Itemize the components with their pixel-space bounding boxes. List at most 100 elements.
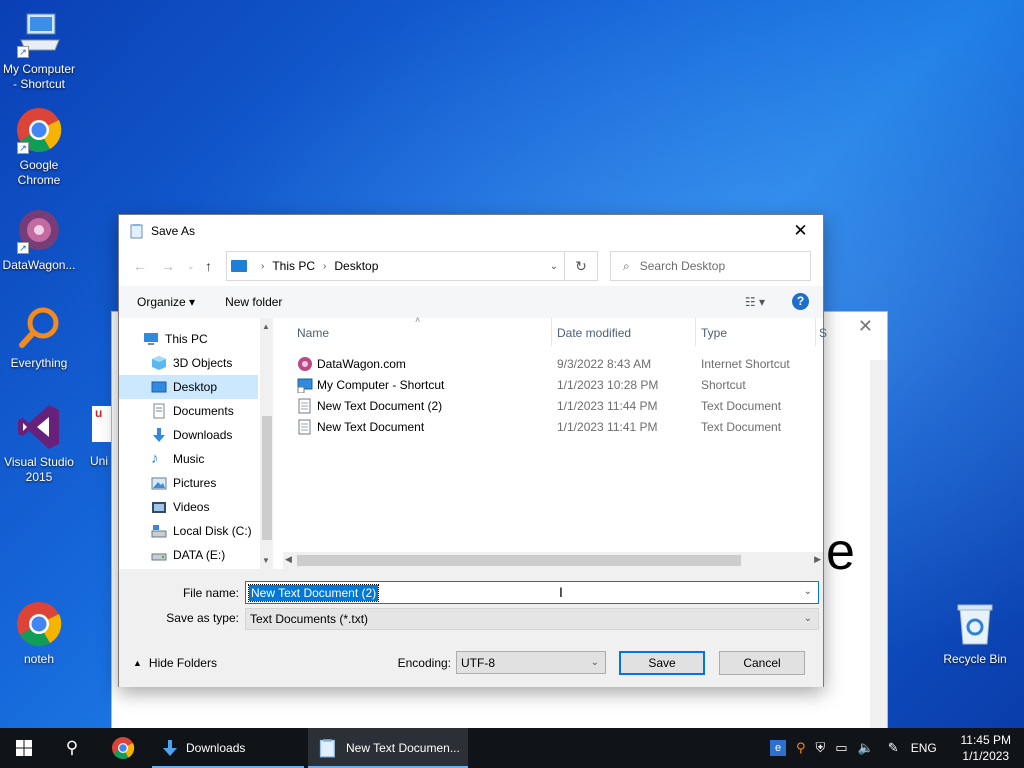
scrollbar-thumb[interactable] [262, 416, 272, 540]
column-divider[interactable] [695, 318, 696, 346]
volume-icon[interactable]: 🔈 [858, 740, 874, 756]
start-button[interactable] [0, 728, 48, 768]
encoding-select[interactable]: UTF-8 ⌄ [456, 651, 606, 674]
column-divider[interactable] [551, 318, 552, 346]
close-icon[interactable]: ✕ [778, 215, 823, 246]
desktop-icon-label: Everything [10, 356, 68, 370]
up-arrow-icon[interactable]: ↑ [205, 258, 212, 274]
column-header-date[interactable]: Date modified [557, 326, 631, 340]
column-header-size[interactable]: S [819, 326, 827, 340]
column-header-type[interactable]: Type [701, 326, 727, 340]
column-header-name[interactable]: Name [297, 326, 329, 340]
pictures-icon [151, 475, 167, 491]
file-row[interactable]: New Text Document 1/1/2023 11:41 PM Text… [275, 416, 815, 437]
breadcrumb-desktop[interactable]: Desktop [334, 259, 378, 273]
nav-item-music[interactable]: ♪ Music [119, 447, 258, 471]
desktop-icon-datawagon[interactable]: ↗ DataWagon... [0, 206, 78, 273]
search-input[interactable]: ⌕ Search Desktop [610, 251, 811, 281]
desktop-icon-recycle-bin[interactable]: Recycle Bin [936, 600, 1014, 667]
address-bar[interactable]: › This PC › Desktop ⌄ [226, 251, 565, 281]
chevron-down-icon[interactable]: ⌄ [804, 586, 812, 597]
dialog-titlebar[interactable]: Save As ✕ [119, 215, 823, 246]
column-divider[interactable] [815, 318, 816, 346]
pen-icon[interactable]: ✎ [888, 740, 899, 756]
everything-tray-icon[interactable]: ⚲ [796, 740, 806, 756]
chevron-down-icon[interactable]: ⌄ [804, 613, 812, 624]
encoding-value: UTF-8 [461, 656, 495, 670]
desktop-icon-my-computer[interactable]: ↗ My Computer - Shortcut [0, 10, 78, 92]
refresh-button[interactable]: ↻ [565, 251, 598, 281]
cancel-button[interactable]: Cancel [719, 651, 805, 675]
hide-folders-toggle[interactable]: ▲ Hide Folders [133, 656, 217, 670]
navigation-scrollbar[interactable]: ▲ ▼ [260, 318, 273, 569]
desktop-icon-google-chrome[interactable]: ↗ Google Chrome [0, 106, 78, 188]
breadcrumb-this-pc[interactable]: This PC [272, 259, 315, 273]
taskbar-downloads-button[interactable]: Downloads [152, 728, 304, 768]
nav-item-pictures[interactable]: Pictures [119, 471, 258, 495]
view-options-icon[interactable]: ☷ ▾ [745, 295, 765, 309]
drive-icon [151, 547, 167, 563]
browser-panes: This PC 3D Objects Desktop Documents Dow… [119, 315, 827, 569]
help-icon[interactable]: ? [792, 293, 809, 310]
tray-app-icon[interactable]: e [770, 740, 786, 756]
save-button[interactable]: Save [619, 651, 705, 675]
text-file-icon [298, 419, 311, 435]
file-list: Name ˄ Date modified Type S DataWagon.co… [275, 315, 827, 569]
navigation-bar: ← → ⌄ ↑ › This PC › Desktop ⌄ ↻ ⌕ Search… [119, 246, 823, 286]
security-shield-icon[interactable]: ⛨ [816, 740, 826, 756]
horizontal-scrollbar[interactable]: ◀ ▶ [283, 552, 823, 569]
file-row[interactable]: New Text Document (2) 1/1/2023 11:44 PM … [275, 395, 815, 416]
vertical-scrollbar[interactable] [870, 360, 887, 730]
scrollbar-thumb[interactable] [297, 555, 741, 566]
file-type: Internet Shortcut [701, 357, 790, 371]
file-date: 1/1/2023 10:28 PM [557, 378, 659, 392]
desktop-icon [151, 379, 167, 395]
nav-item-videos[interactable]: Videos [119, 495, 258, 519]
nav-item-documents[interactable]: Documents [119, 399, 258, 423]
search-placeholder: Search Desktop [639, 259, 726, 273]
file-type: Text Document [701, 399, 782, 413]
nav-item-local-disk-c[interactable]: Local Disk (C:) [119, 519, 258, 543]
chevron-down-icon[interactable]: ⌄ [544, 252, 564, 280]
nav-item-this-pc[interactable]: This PC [119, 327, 258, 351]
clock-date: 1/1/2023 [962, 749, 1010, 763]
language-indicator[interactable]: ENG [911, 741, 937, 755]
scroll-left-icon[interactable]: ◀ [285, 554, 292, 565]
taskbar-notepad-button[interactable]: New Text Documen... [308, 728, 468, 768]
save-type-select[interactable]: Text Documents (*.txt) ⌄ [245, 608, 819, 630]
taskbar-chrome-button[interactable] [98, 728, 148, 768]
chevron-right-icon: › [261, 260, 265, 272]
recent-locations-icon[interactable]: ⌄ [187, 261, 195, 272]
nav-item-downloads[interactable]: Downloads [119, 423, 258, 447]
new-folder-button[interactable]: New folder [225, 295, 282, 309]
clock[interactable]: 11:45 PM 1/1/2023 [961, 732, 1011, 764]
desktop-icon-label: DataWagon... [2, 258, 76, 272]
nav-item-data-e[interactable]: DATA (E:) [119, 543, 258, 567]
scroll-up-icon[interactable]: ▲ [262, 322, 270, 331]
nav-item-desktop[interactable]: Desktop [119, 375, 258, 399]
back-arrow-icon[interactable]: ← [133, 258, 147, 274]
save-as-dialog: Save As ✕ ← → ⌄ ↑ › This PC › Desktop ⌄ … [118, 214, 827, 687]
desktop-icon-visual-studio[interactable]: Visual Studio 2015 [0, 403, 78, 485]
chevron-down-icon[interactable]: ⌄ [591, 657, 599, 668]
desktop-icon-everything[interactable]: Everything [0, 304, 78, 371]
scroll-right-icon[interactable]: ▶ [814, 554, 821, 565]
file-row[interactable]: DataWagon.com 9/3/2022 8:43 AM Internet … [275, 353, 815, 374]
close-icon[interactable]: ✕ [858, 316, 873, 337]
nav-item-label: Desktop [173, 380, 218, 394]
nav-item-label: 3D Objects [173, 356, 233, 370]
file-name-value: New Text Document (2) [247, 584, 380, 602]
forward-arrow-icon[interactable]: → [161, 258, 175, 274]
file-row[interactable]: My Computer - Shortcut 1/1/2023 10:28 PM… [275, 374, 815, 395]
shortcut-arrow-icon: ↗ [17, 46, 29, 58]
nav-item-3d-objects[interactable]: 3D Objects [119, 351, 258, 375]
nav-item-label: Music [173, 452, 205, 466]
taskbar-search-button[interactable]: ⚲ [48, 728, 96, 768]
chrome-icon: ↗ [15, 106, 63, 154]
desktop-icon-noteh[interactable]: noteh [0, 600, 78, 667]
file-name-field[interactable]: New Text Document (2) I ⌄ [245, 581, 819, 604]
organize-button[interactable]: Organize ▾ [137, 295, 195, 309]
text-file-icon [298, 398, 311, 414]
network-icon[interactable]: ▭ [835, 740, 847, 756]
scroll-down-icon[interactable]: ▼ [262, 556, 270, 565]
